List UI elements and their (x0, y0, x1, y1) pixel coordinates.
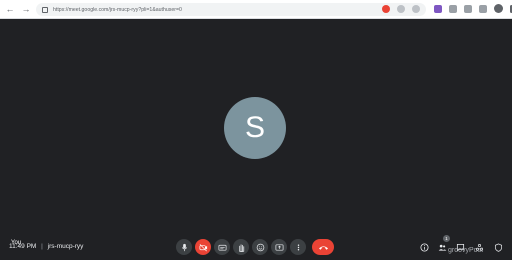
more-options-icon (297, 244, 299, 250)
address-bar-icons (382, 5, 420, 13)
raise-hand-button[interactable] (233, 239, 249, 255)
video-stage: S You (0, 19, 512, 246)
more-options-button[interactable] (290, 239, 306, 255)
meeting-time-and-code: 11:49 PM | jrs-mucp-ryy (9, 243, 83, 250)
hang-up-icon (318, 245, 328, 250)
read-aloud-icon[interactable] (397, 5, 405, 13)
watermark: groovyPost (448, 247, 484, 254)
people-icon (438, 244, 446, 251)
downloads-icon[interactable] (479, 4, 487, 13)
url-text: https://meet.google.com/jrs-mucp-ryy?pli… (53, 6, 182, 13)
participant-count-badge: 1 (443, 235, 450, 242)
host-controls-button[interactable] (493, 242, 503, 252)
camera-in-use-icon[interactable] (382, 5, 390, 13)
collections-icon[interactable] (464, 4, 472, 13)
raise-hand-icon (238, 243, 244, 252)
present-screen-icon (275, 243, 283, 251)
extension-icon[interactable] (434, 4, 442, 13)
host-controls-icon (494, 243, 502, 252)
browser-extensions (434, 4, 512, 13)
leave-call-button[interactable] (312, 239, 334, 255)
favorites-icon[interactable] (449, 4, 457, 13)
back-arrow-icon[interactable]: ← (4, 3, 16, 15)
bookmark-star-icon[interactable] (412, 5, 420, 13)
lock-icon (42, 6, 48, 13)
meeting-code: jrs-mucp-ryy (47, 243, 84, 250)
captions-button[interactable] (214, 239, 230, 255)
address-bar[interactable]: https://meet.google.com/jrs-mucp-ryy?pli… (36, 3, 426, 16)
present-button[interactable] (271, 239, 287, 255)
microphone-icon (181, 243, 187, 251)
info-icon (419, 242, 429, 252)
meeting-details-button[interactable] (419, 242, 429, 252)
camera-button[interactable] (195, 239, 211, 255)
current-time: 11:49 PM (9, 243, 37, 250)
camera-off-icon (199, 243, 207, 251)
people-button[interactable] (437, 242, 447, 252)
profile-avatar[interactable] (494, 4, 503, 13)
microphone-button[interactable] (176, 239, 192, 255)
meeting-controls-bar: 11:49 PM | jrs-mucp-ryy 1 groovyPost (0, 235, 512, 260)
browser-toolbar: ← → ↻ https://meet.google.com/jrs-mucp-r… (0, 0, 512, 19)
participant-avatar: S (224, 97, 286, 159)
separator: | (41, 243, 43, 250)
emoji-icon (256, 243, 264, 251)
captions-icon (218, 244, 226, 251)
forward-arrow-icon[interactable]: → (20, 3, 32, 15)
emoji-button[interactable] (252, 239, 268, 255)
